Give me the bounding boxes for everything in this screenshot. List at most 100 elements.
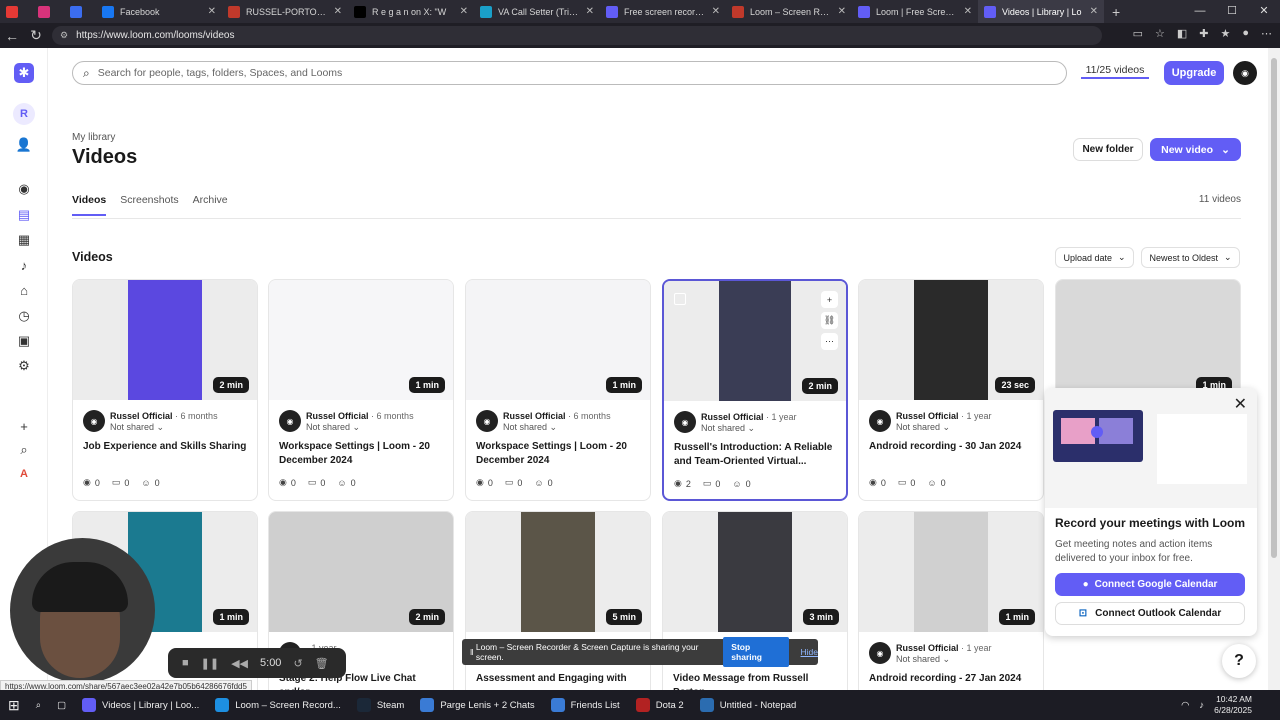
trash-icon[interactable]: 🗑: [315, 657, 329, 670]
close-tab-icon[interactable]: ✕: [838, 6, 846, 17]
share-status-dropdown[interactable]: Not shared ⌄: [896, 654, 950, 665]
tab-archive[interactable]: Archive: [193, 194, 228, 206]
add-icon[interactable]: +: [12, 414, 36, 438]
favorites-icon[interactable]: ★: [1220, 27, 1230, 40]
video-thumbnail[interactable]: 23 sec: [859, 280, 1043, 400]
browser-tab[interactable]: Free screen recorder for ✕: [600, 0, 726, 23]
sort-order-dropdown[interactable]: Newest to Oldest ⌄: [1141, 247, 1240, 268]
browser-tab[interactable]: [64, 0, 96, 23]
link-icon[interactable]: ⛓: [821, 312, 838, 329]
browser-tab[interactable]: RUSSEL-PORTON-RESU ✕: [222, 0, 348, 23]
video-thumbnail[interactable]: 1 min: [859, 512, 1043, 632]
close-tab-icon[interactable]: ✕: [1090, 6, 1098, 17]
cast-icon[interactable]: ▭: [1133, 27, 1143, 40]
close-tab-icon[interactable]: ✕: [208, 6, 216, 17]
upgrade-button[interactable]: Upgrade: [1164, 61, 1224, 85]
select-checkbox[interactable]: [674, 293, 686, 305]
video-thumbnail[interactable]: 3 min: [663, 512, 847, 632]
browser-tab[interactable]: VA Call Setter (Triager) ✕: [474, 0, 600, 23]
new-tab-button[interactable]: +: [1112, 4, 1120, 20]
profile-circle-icon[interactable]: ◉: [12, 177, 36, 201]
share-status-dropdown[interactable]: Not shared ⌄: [701, 423, 755, 434]
task-view-icon[interactable]: ▢: [49, 690, 74, 720]
video-thumbnail[interactable]: 5 min: [466, 512, 650, 632]
video-title[interactable]: Workspace Settings | Loom - 20 December …: [476, 440, 642, 468]
video-title[interactable]: Android recording - 30 Jan 2024: [869, 440, 1035, 454]
maximize-button[interactable]: ☐: [1216, 0, 1248, 23]
history-icon[interactable]: ◷: [12, 304, 36, 328]
video-title[interactable]: Android recording - 27 Jan 2024: [869, 672, 1035, 686]
video-card[interactable]: 2 min + ⛓ ⋯ ◉ Russel Official · 1 year Not sha…: [662, 279, 848, 501]
extensions-icon[interactable]: ✚: [1199, 27, 1208, 40]
user-avatar[interactable]: ◉: [1233, 61, 1257, 85]
taskbar-app[interactable]: Parge Lenis + 2 Chats: [412, 690, 542, 720]
video-card[interactable]: 23 sec ◉ Russel Official · 1 year Not share…: [858, 279, 1044, 501]
url-field[interactable]: ⚙ https://www.loom.com/looms/videos: [52, 26, 1102, 45]
bookmark-star-icon[interactable]: ☆: [1155, 27, 1165, 40]
site-info-icon[interactable]: ⚙: [60, 30, 68, 41]
restart-icon[interactable]: ↺: [293, 657, 302, 670]
close-tab-icon[interactable]: ✕: [964, 6, 972, 17]
rewind-icon[interactable]: ◀◀: [231, 657, 248, 670]
invite-user-icon[interactable]: 👤: [12, 133, 36, 157]
taskbar-app[interactable]: Loom – Screen Record...: [207, 690, 349, 720]
help-button[interactable]: ?: [1222, 644, 1256, 678]
workspace-letter[interactable]: A: [12, 462, 36, 486]
video-title[interactable]: Video Message from Russell Porton: [673, 672, 839, 690]
add-user-icon[interactable]: +: [821, 291, 838, 308]
video-thumbnail[interactable]: 2 min: [269, 512, 453, 632]
video-card[interactable]: 2 min ◉ Russel Official · 6 months Not shar…: [72, 279, 258, 501]
video-card[interactable]: 1 min ◉ Russel Official · 1 year Not shared…: [858, 511, 1044, 690]
tab-screenshots[interactable]: Screenshots: [120, 194, 178, 206]
reload-icon[interactable]: ↻: [24, 27, 48, 44]
workspace-avatar[interactable]: R: [13, 103, 35, 125]
taskbar-app[interactable]: Friends List: [543, 690, 628, 720]
close-tab-icon[interactable]: ✕: [586, 6, 594, 17]
back-icon[interactable]: ←: [0, 28, 24, 44]
close-window-button[interactable]: ✕: [1248, 0, 1280, 23]
search-icon[interactable]: ⌕: [12, 438, 36, 462]
bell-icon[interactable]: ♪: [12, 253, 36, 277]
close-tab-icon[interactable]: ✕: [334, 6, 342, 17]
video-thumbnail[interactable]: 2 min: [73, 280, 257, 400]
video-title[interactable]: Russell's Introduction: A Reliable and T…: [674, 441, 840, 469]
video-card[interactable]: 1 min ◉ Russel Official · 6 months Not shar…: [268, 279, 454, 501]
video-title[interactable]: Assessment and Engaging with: [476, 672, 642, 686]
connect-google-button[interactable]: ● Connect Google Calendar: [1055, 573, 1245, 596]
gear-icon[interactable]: ⚙: [12, 354, 36, 378]
close-icon[interactable]: ✕: [1234, 394, 1247, 414]
browser-tab[interactable]: Facebook ✕: [96, 0, 222, 23]
browser-tab[interactable]: Loom | Free Screen & V ✕: [852, 0, 978, 23]
taskbar-app[interactable]: Untitled - Notepad: [692, 690, 805, 720]
share-status-dropdown[interactable]: Not shared ⌄: [503, 422, 557, 433]
connect-outlook-button[interactable]: ⊡ Connect Outlook Calendar: [1055, 602, 1245, 625]
bookmark-icon[interactable]: ⌂: [12, 278, 36, 302]
hide-banner-link[interactable]: Hide: [801, 647, 818, 657]
clock[interactable]: 10:42 AM 6/28/2025: [1214, 694, 1252, 716]
video-thumbnail[interactable]: 1 min: [1056, 280, 1240, 400]
browser-tab[interactable]: Videos | Library | Lo ✕: [978, 0, 1104, 23]
taskbar-app[interactable]: Dota 2: [628, 690, 692, 720]
webcam-bubble[interactable]: [10, 538, 155, 683]
stop-icon[interactable]: ■: [182, 657, 189, 669]
more-icon[interactable]: ⋯: [821, 333, 838, 350]
close-tab-icon[interactable]: ✕: [712, 6, 720, 17]
browser-tab[interactable]: [32, 0, 64, 23]
breadcrumb[interactable]: My library: [72, 132, 115, 143]
calendar-icon[interactable]: ▦: [12, 228, 36, 252]
start-button[interactable]: ⊞: [0, 690, 28, 720]
wifi-icon[interactable]: ◠: [1181, 700, 1189, 711]
share-status-dropdown[interactable]: Not shared ⌄: [896, 422, 950, 433]
taskbar-app[interactable]: Videos | Library | Loo...: [74, 690, 207, 720]
sort-field-dropdown[interactable]: Upload date ⌄: [1055, 247, 1134, 268]
library-icon[interactable]: ▤: [12, 203, 36, 227]
taskbar-app[interactable]: Steam: [349, 690, 412, 720]
browser-tab[interactable]: R e g a n on X: "W ✕: [348, 0, 474, 23]
video-title[interactable]: Job Experience and Skills Sharing: [83, 440, 249, 454]
share-status-dropdown[interactable]: Not shared ⌄: [110, 422, 164, 433]
volume-icon[interactable]: ♪: [1199, 700, 1204, 711]
gift-icon[interactable]: ▣: [12, 329, 36, 353]
video-quota[interactable]: 11/25 videos: [1081, 64, 1149, 79]
search-taskbar-icon[interactable]: ⌕: [28, 690, 49, 720]
share-status-dropdown[interactable]: Not shared ⌄: [306, 422, 360, 433]
